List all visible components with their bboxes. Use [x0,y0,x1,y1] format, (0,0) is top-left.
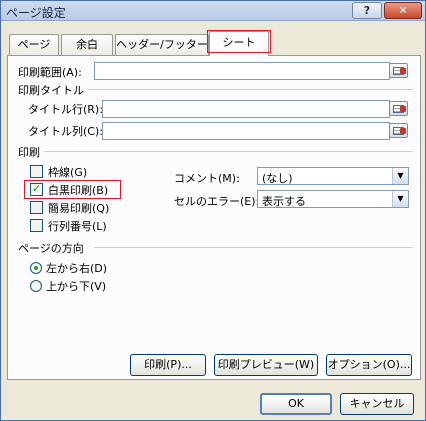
print-area-label: 印刷範囲(A): [18,66,82,79]
collapse-arrow-icon [400,106,406,112]
title-rows-label: タイトル行(R): [28,103,103,116]
page-order-heading: ページの方向 [18,242,84,255]
comments-value: (なし) [262,172,293,185]
sheet-panel: 印刷範囲(A): 印刷タイトル タイトル行(R): タイトル列(C): 印刷 枠… [7,55,421,380]
ok-button[interactable]: OK [260,393,332,415]
title-rows-input[interactable] [102,100,390,118]
print-heading: 印刷 [18,146,40,159]
print-area-input[interactable] [94,62,390,80]
title-cols-input[interactable] [102,122,390,140]
cell-errors-label: セルのエラー(E): [174,195,260,208]
row-col-headings-label: 行列番号(L) [48,220,107,233]
gridlines-label: 枠線(G) [48,166,88,179]
collapse-arrow-icon [400,68,406,74]
draft-quality-checkbox[interactable] [30,201,43,214]
row-col-headings-checkbox[interactable] [30,219,43,232]
over-then-down-radio[interactable] [30,280,42,292]
print-divider [44,151,413,152]
print-button[interactable]: 印刷(P)... [130,354,206,376]
down-then-over-radio[interactable] [30,262,42,274]
cell-errors-select[interactable]: 表示する ▼ [257,190,409,208]
page-setup-dialog: ページ設定 ? ✕ ページ 余白 ヘッダー/フッター シート 印刷範囲(A): … [0,0,426,421]
chevron-down-icon: ▼ [392,168,408,184]
title-cols-range-picker[interactable] [389,123,408,138]
gridlines-checkbox[interactable] [30,165,43,178]
title-rows-range-picker[interactable] [389,101,408,116]
title-cols-label: タイトル列(C): [28,125,103,138]
help-button[interactable]: ? [352,2,382,19]
tab-page[interactable]: ページ [9,34,59,55]
print-area-range-picker[interactable] [389,63,408,78]
comments-label: コメント(M): [174,172,240,185]
tab-highlight-box [207,30,271,53]
collapse-arrow-icon [400,128,406,134]
page-order-divider [94,247,413,248]
options-button[interactable]: オプション(O)... [326,354,412,376]
draft-quality-label: 簡易印刷(Q) [48,202,110,215]
title-bar: ページ設定 ? ✕ [1,1,425,21]
print-titles-divider [88,89,413,90]
black-white-checkbox[interactable] [30,182,43,196]
close-button[interactable]: ✕ [384,2,422,19]
cancel-button[interactable]: キャンセル [340,393,414,415]
print-titles-heading: 印刷タイトル [18,84,84,97]
window-title: ページ設定 [6,6,66,20]
cell-errors-value: 表示する [262,195,306,208]
tab-margins[interactable]: 余白 [61,34,113,55]
black-white-label: 白黒印刷(B) [48,184,109,197]
comments-select[interactable]: (なし) ▼ [257,167,409,185]
down-then-over-label: 左から右(D) [46,262,108,275]
chevron-down-icon: ▼ [392,191,408,207]
tab-header-footer[interactable]: ヘッダー/フッター [115,34,209,55]
over-then-down-label: 上から下(V) [46,280,107,293]
print-preview-button[interactable]: 印刷プレビュー(W) [214,354,318,376]
